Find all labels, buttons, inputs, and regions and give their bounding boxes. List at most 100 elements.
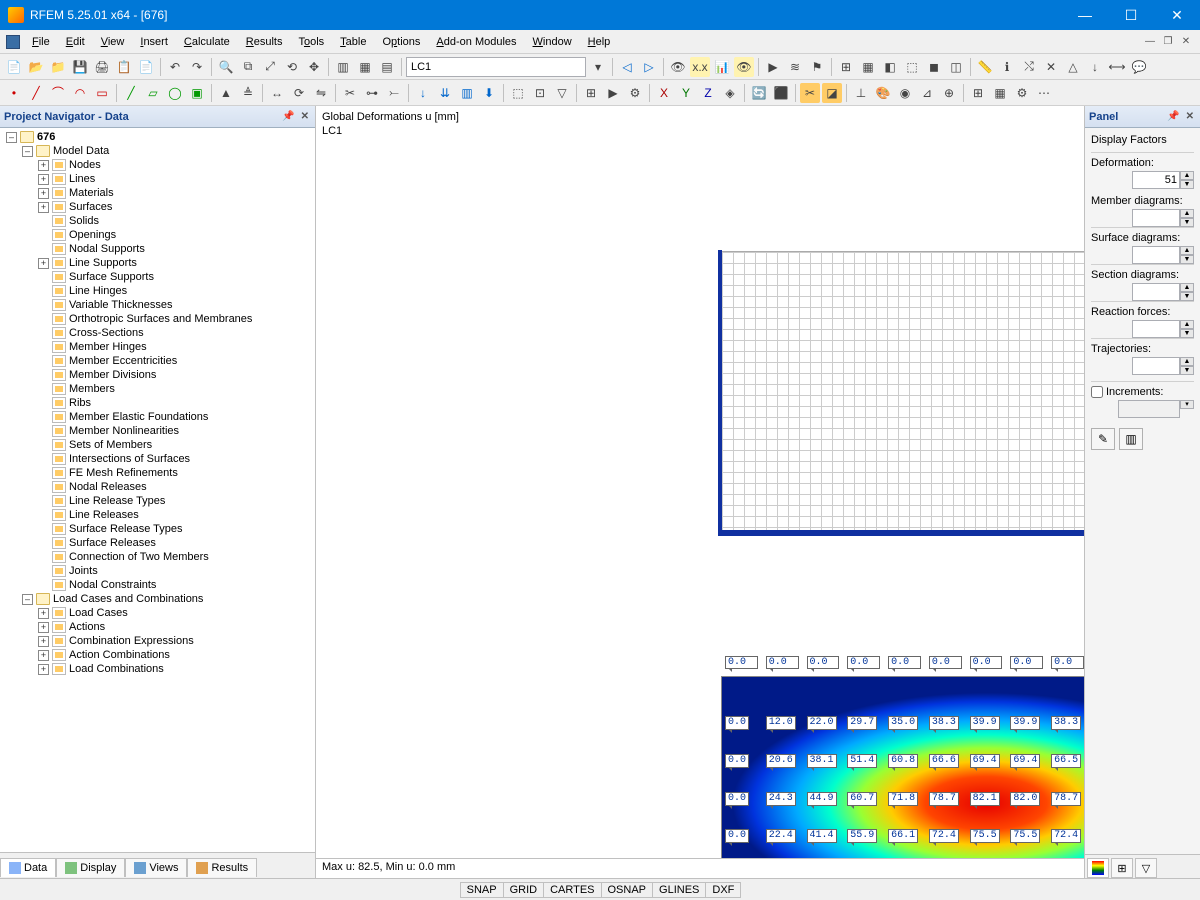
mdi-restore-icon[interactable]: ❐ [1160, 36, 1176, 47]
snap-icon[interactable]: ⊕ [939, 83, 959, 103]
dropdown-icon[interactable]: ▾ [588, 57, 608, 77]
edit-icon[interactable]: ✎ [1091, 428, 1115, 450]
opening-icon[interactable]: ◯ [165, 83, 185, 103]
menu-window[interactable]: Window [525, 33, 580, 51]
tree-item[interactable]: Connection of Two Members [38, 550, 315, 564]
print-icon[interactable]: 🖨 [92, 57, 112, 77]
tree-item[interactable]: Variable Thicknesses [38, 298, 315, 312]
mesh-icon[interactable]: ▦ [858, 57, 878, 77]
close-pane-icon[interactable]: ✕ [299, 111, 311, 122]
tree-item[interactable]: Member Elastic Foundations [38, 410, 315, 424]
statusbar-cartes[interactable]: CARTES [543, 882, 601, 898]
tree-item[interactable]: Surface Releases [38, 536, 315, 550]
tab-views[interactable]: Views [125, 858, 187, 877]
calc-mesh-icon[interactable]: ⊞ [581, 83, 601, 103]
mirror-icon[interactable]: ⇋ [311, 83, 331, 103]
wire-icon[interactable]: ⬚ [902, 57, 922, 77]
menu-help[interactable]: Help [580, 33, 619, 51]
panel-tab-factors[interactable]: ⊞ [1111, 858, 1133, 878]
grid-display-icon[interactable]: ⊞ [836, 57, 856, 77]
solid-model-icon[interactable]: ▣ [187, 83, 207, 103]
next-lc-icon[interactable]: ▷ [639, 57, 659, 77]
section-icon[interactable]: ✂ [800, 83, 820, 103]
guide-icon[interactable]: ⊿ [917, 83, 937, 103]
cs-icon[interactable]: ⊞ [968, 83, 988, 103]
panel-pin-icon[interactable]: 📌 [1165, 111, 1181, 122]
extend-icon[interactable]: ⤚ [384, 83, 404, 103]
tree-item[interactable]: Surface Release Types [38, 522, 315, 536]
global-axes-icon[interactable]: ⤭ [1019, 57, 1039, 77]
tree-item[interactable]: Nodal Constraints [38, 578, 315, 592]
tree-item[interactable]: +Combination Expressions [38, 634, 315, 648]
tree-item[interactable]: Line Release Types [38, 494, 315, 508]
tree-item[interactable]: Nodal Releases [38, 480, 315, 494]
solid-icon[interactable]: ◼ [924, 57, 944, 77]
tree-item[interactable]: FE Mesh Refinements [38, 466, 315, 480]
tree-item[interactable]: Member Nonlinearities [38, 424, 315, 438]
tree-item[interactable]: Member Hinges [38, 340, 315, 354]
mdi-close-icon[interactable]: ✕ [1178, 36, 1194, 47]
panel-tab-filter[interactable]: ▽ [1135, 858, 1157, 878]
undo-icon[interactable]: ↶ [165, 57, 185, 77]
select-special-icon[interactable]: ⊡ [530, 83, 550, 103]
factor-input[interactable] [1132, 283, 1180, 301]
open-file-icon[interactable]: 📂 [26, 57, 46, 77]
spin-down-icon[interactable]: ▼ [1180, 180, 1194, 189]
paste-icon[interactable]: 📄 [136, 57, 156, 77]
navigator-icon[interactable]: ▥ [333, 57, 353, 77]
tree-root[interactable]: –676 [6, 130, 315, 144]
mdi-minimize-icon[interactable]: — [1142, 36, 1158, 47]
tree-item[interactable]: +Surfaces [38, 200, 315, 214]
nodal-support-icon[interactable]: ▲ [216, 83, 236, 103]
more-icon[interactable]: ⋯ [1034, 83, 1054, 103]
tree-model-data[interactable]: –Model Data [22, 144, 315, 158]
tree-item[interactable]: Joints [38, 564, 315, 578]
view-x-icon[interactable]: X [654, 83, 674, 103]
tab-results[interactable]: Results [187, 858, 257, 877]
statusbar-glines[interactable]: GLINES [652, 882, 706, 898]
tree-load-cases-group[interactable]: –Load Cases and Combinations [22, 592, 315, 606]
panel-tab-colorscale[interactable] [1087, 858, 1109, 878]
move-icon[interactable]: ↔ [267, 83, 287, 103]
tree-item[interactable]: Cross-Sections [38, 326, 315, 340]
node-icon[interactable]: • [4, 83, 24, 103]
local-axes-icon[interactable]: ✕ [1041, 57, 1061, 77]
tab-data[interactable]: Data [0, 858, 56, 877]
surface-icon[interactable]: ▱ [143, 83, 163, 103]
zoom-prev-icon[interactable]: ⟲ [282, 57, 302, 77]
colors-icon[interactable]: 🎨 [873, 83, 893, 103]
minimize-button[interactable]: — [1062, 0, 1108, 30]
units-icon[interactable]: ⊥ [851, 83, 871, 103]
zoom-all-icon[interactable]: ⤢ [260, 57, 280, 77]
tab-display[interactable]: Display [56, 858, 125, 877]
maximize-button[interactable]: ☐ [1108, 0, 1154, 30]
divide-icon[interactable]: ✂ [340, 83, 360, 103]
view-iso-icon[interactable]: ◈ [720, 83, 740, 103]
view-y-icon[interactable]: Y [676, 83, 696, 103]
load-icon[interactable]: ↓ [1085, 57, 1105, 77]
tree-item[interactable]: Line Hinges [38, 284, 315, 298]
redo-icon[interactable]: ↷ [187, 57, 207, 77]
tree-item[interactable]: Sets of Members [38, 438, 315, 452]
close-button[interactable]: ✕ [1154, 0, 1200, 30]
view-z-icon[interactable]: Z [698, 83, 718, 103]
nodal-load-icon[interactable]: ↓ [413, 83, 433, 103]
tree-item[interactable]: Solids [38, 214, 315, 228]
tree-item[interactable]: Intersections of Surfaces [38, 452, 315, 466]
zoom-window-icon[interactable]: ⧉ [238, 57, 258, 77]
navigator-tree[interactable]: –676 –Model Data +Nodes+Lines+Materials+… [0, 128, 315, 852]
render-icon[interactable]: ◧ [880, 57, 900, 77]
arc-icon[interactable]: ◠ [70, 83, 90, 103]
panel-icon[interactable]: ▤ [377, 57, 397, 77]
menu-view[interactable]: View [93, 33, 133, 51]
menu-table[interactable]: Table [332, 33, 374, 51]
result-toggle-icon[interactable]: 👁 [668, 57, 688, 77]
copy-icon[interactable]: 📋 [114, 57, 134, 77]
clip-icon[interactable]: ◪ [822, 83, 842, 103]
prev-lc-icon[interactable]: ◁ [617, 57, 637, 77]
isolines-icon[interactable]: ≋ [785, 57, 805, 77]
rotate-icon[interactable]: ⟳ [289, 83, 309, 103]
select-icon[interactable]: ⬚ [508, 83, 528, 103]
menu-results[interactable]: Results [238, 33, 291, 51]
factor-input[interactable] [1132, 246, 1180, 264]
